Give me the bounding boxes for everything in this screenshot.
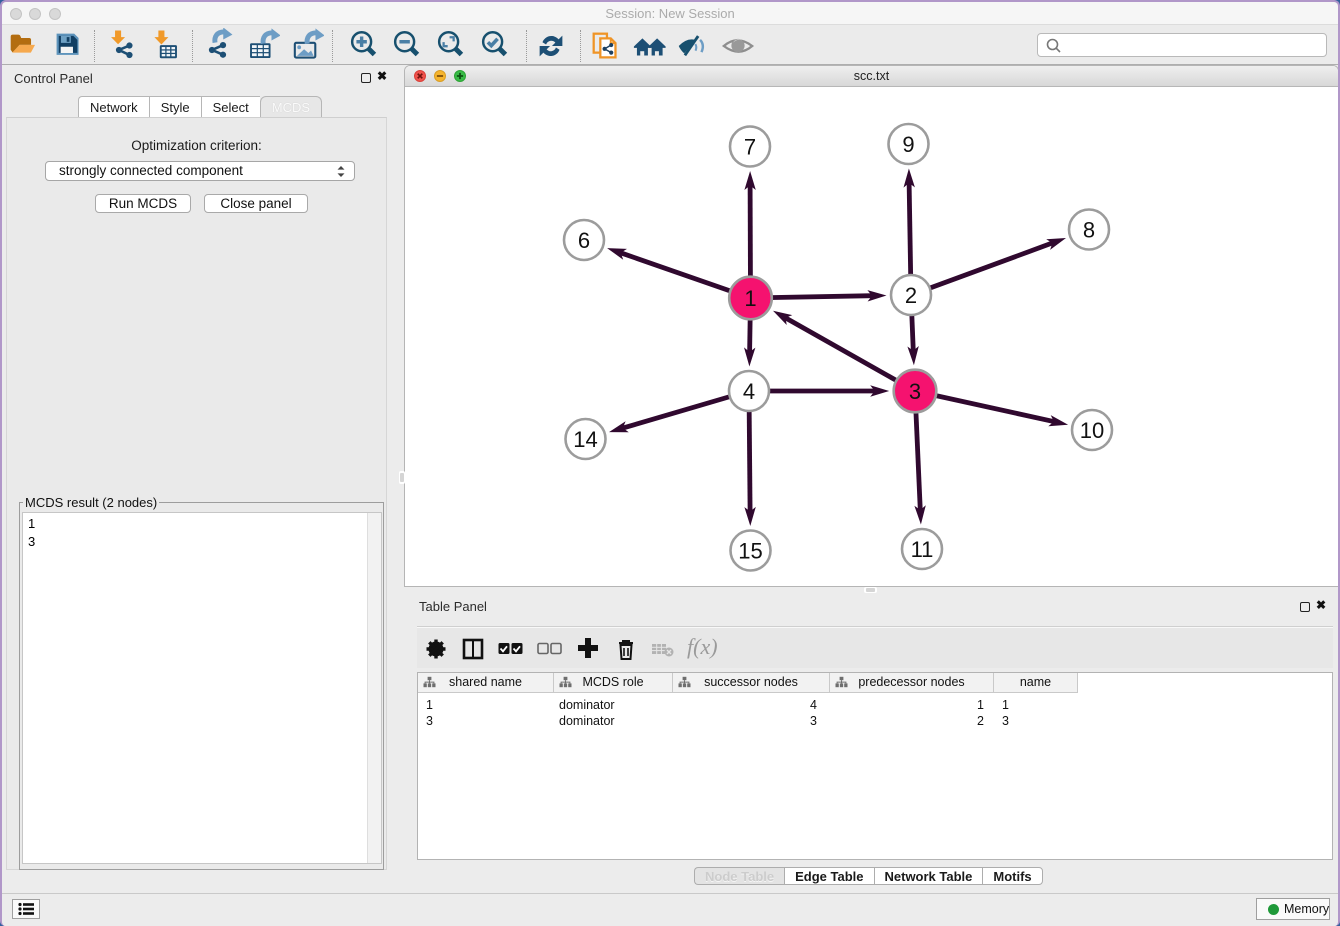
- svg-text:2: 2: [905, 283, 917, 308]
- svg-text:7: 7: [744, 134, 756, 159]
- svg-text:6: 6: [578, 228, 590, 253]
- svg-text:3: 3: [909, 379, 921, 404]
- svg-text:14: 14: [573, 427, 597, 452]
- svg-text:8: 8: [1083, 217, 1095, 242]
- svg-text:10: 10: [1080, 418, 1104, 443]
- svg-text:9: 9: [902, 132, 914, 157]
- svg-text:15: 15: [738, 538, 762, 563]
- svg-text:1: 1: [744, 286, 756, 311]
- svg-text:11: 11: [911, 537, 934, 562]
- svg-text:4: 4: [743, 379, 755, 404]
